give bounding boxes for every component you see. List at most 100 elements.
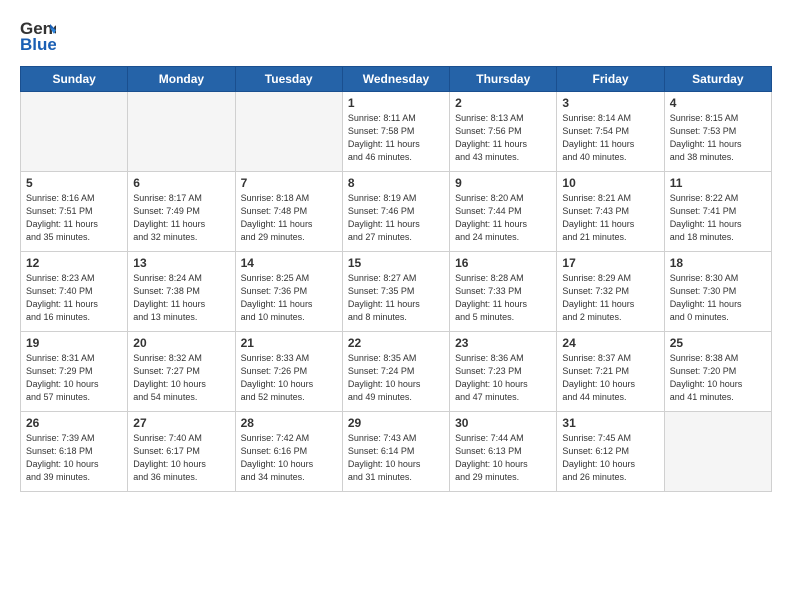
day-info: Sunrise: 8:38 AM Sunset: 7:20 PM Dayligh… xyxy=(670,352,766,404)
day-number: 11 xyxy=(670,176,766,190)
calendar-cell: 29Sunrise: 7:43 AM Sunset: 6:14 PM Dayli… xyxy=(342,412,449,492)
weekday-header-tuesday: Tuesday xyxy=(235,67,342,92)
day-number: 31 xyxy=(562,416,658,430)
day-number: 18 xyxy=(670,256,766,270)
day-info: Sunrise: 8:11 AM Sunset: 7:58 PM Dayligh… xyxy=(348,112,444,164)
day-number: 24 xyxy=(562,336,658,350)
day-number: 15 xyxy=(348,256,444,270)
calendar-cell: 24 Sunrise: 8:37 AM Sunset: 7:21 PM Dayli… xyxy=(557,332,664,412)
calendar-cell: 18 Sunrise: 8:30 AM Sunset: 7:30 PM Dayli… xyxy=(664,252,771,332)
day-info: Sunrise: 8:21 AM Sunset: 7:43 PM Dayligh… xyxy=(562,192,658,244)
calendar-cell: 14 Sunrise: 8:25 AM Sunset: 7:36 PM Dayli… xyxy=(235,252,342,332)
calendar-week-3: 12Sunrise: 8:23 AM Sunset: 7:40 PM Dayli… xyxy=(21,252,772,332)
calendar-table: SundayMondayTuesdayWednesdayThursdayFrid… xyxy=(20,66,772,492)
calendar-cell: 3 Sunrise: 8:14 AM Sunset: 7:54 PM Daylig… xyxy=(557,92,664,172)
day-info: Sunrise: 8:22 AM Sunset: 7:41 PM Dayligh… xyxy=(670,192,766,244)
day-number: 28 xyxy=(241,416,337,430)
day-number: 14 xyxy=(241,256,337,270)
day-info: Sunrise: 8:19 AM Sunset: 7:46 PM Dayligh… xyxy=(348,192,444,244)
calendar-body: 1 Sunrise: 8:11 AM Sunset: 7:58 PM Daylig… xyxy=(21,92,772,492)
calendar-week-5: 26 Sunrise: 7:39 AM Sunset: 6:18 PM Dayli… xyxy=(21,412,772,492)
page: General Blue SundayMondayTuesdayWednesda… xyxy=(0,0,792,612)
calendar-cell: 28 Sunrise: 7:42 AM Sunset: 6:16 PM Dayli… xyxy=(235,412,342,492)
calendar-header: SundayMondayTuesdayWednesdayThursdayFrid… xyxy=(21,67,772,92)
calendar-cell: 12Sunrise: 8:23 AM Sunset: 7:40 PM Dayli… xyxy=(21,252,128,332)
calendar-week-1: 1 Sunrise: 8:11 AM Sunset: 7:58 PM Daylig… xyxy=(21,92,772,172)
day-info: Sunrise: 7:45 AM Sunset: 6:12 PM Dayligh… xyxy=(562,432,658,484)
calendar-cell: 19Sunrise: 8:31 AM Sunset: 7:29 PM Dayli… xyxy=(21,332,128,412)
calendar-week-4: 19Sunrise: 8:31 AM Sunset: 7:29 PM Dayli… xyxy=(21,332,772,412)
calendar-cell: 13Sunrise: 8:24 AM Sunset: 7:38 PM Dayli… xyxy=(128,252,235,332)
day-info: Sunrise: 8:35 AM Sunset: 7:24 PM Dayligh… xyxy=(348,352,444,404)
day-info: Sunrise: 8:27 AM Sunset: 7:35 PM Dayligh… xyxy=(348,272,444,324)
day-number: 23 xyxy=(455,336,551,350)
calendar-cell: 4 Sunrise: 8:15 AM Sunset: 7:53 PM Daylig… xyxy=(664,92,771,172)
calendar-cell: 2 Sunrise: 8:13 AM Sunset: 7:56 PM Daylig… xyxy=(450,92,557,172)
day-number: 22 xyxy=(348,336,444,350)
calendar-cell: 26 Sunrise: 7:39 AM Sunset: 6:18 PM Dayli… xyxy=(21,412,128,492)
calendar-cell xyxy=(664,412,771,492)
day-info: Sunrise: 7:42 AM Sunset: 6:16 PM Dayligh… xyxy=(241,432,337,484)
day-number: 2 xyxy=(455,96,551,110)
weekday-header-monday: Monday xyxy=(128,67,235,92)
day-number: 9 xyxy=(455,176,551,190)
day-info: Sunrise: 8:16 AM Sunset: 7:51 PM Dayligh… xyxy=(26,192,122,244)
calendar-cell: 21Sunrise: 8:33 AM Sunset: 7:26 PM Dayli… xyxy=(235,332,342,412)
calendar-cell: 16 Sunrise: 8:28 AM Sunset: 7:33 PM Dayli… xyxy=(450,252,557,332)
weekday-row: SundayMondayTuesdayWednesdayThursdayFrid… xyxy=(21,67,772,92)
day-number: 6 xyxy=(133,176,229,190)
day-number: 13 xyxy=(133,256,229,270)
day-number: 17 xyxy=(562,256,658,270)
calendar-cell: 31 Sunrise: 7:45 AM Sunset: 6:12 PM Dayli… xyxy=(557,412,664,492)
logo-icon: General Blue xyxy=(20,16,56,56)
day-number: 27 xyxy=(133,416,229,430)
calendar-cell: 5 Sunrise: 8:16 AM Sunset: 7:51 PM Daylig… xyxy=(21,172,128,252)
calendar-cell: 1 Sunrise: 8:11 AM Sunset: 7:58 PM Daylig… xyxy=(342,92,449,172)
day-info: Sunrise: 8:23 AM Sunset: 7:40 PM Dayligh… xyxy=(26,272,122,324)
day-info: Sunrise: 8:29 AM Sunset: 7:32 PM Dayligh… xyxy=(562,272,658,324)
day-info: Sunrise: 7:39 AM Sunset: 6:18 PM Dayligh… xyxy=(26,432,122,484)
day-number: 7 xyxy=(241,176,337,190)
day-info: Sunrise: 7:44 AM Sunset: 6:13 PM Dayligh… xyxy=(455,432,551,484)
day-number: 20 xyxy=(133,336,229,350)
svg-text:Blue: Blue xyxy=(20,35,56,54)
day-info: Sunrise: 8:30 AM Sunset: 7:30 PM Dayligh… xyxy=(670,272,766,324)
weekday-header-wednesday: Wednesday xyxy=(342,67,449,92)
day-info: Sunrise: 7:40 AM Sunset: 6:17 PM Dayligh… xyxy=(133,432,229,484)
calendar-cell xyxy=(21,92,128,172)
day-number: 16 xyxy=(455,256,551,270)
day-number: 30 xyxy=(455,416,551,430)
day-number: 1 xyxy=(348,96,444,110)
day-info: Sunrise: 8:13 AM Sunset: 7:56 PM Dayligh… xyxy=(455,112,551,164)
calendar-cell: 17 Sunrise: 8:29 AM Sunset: 7:32 PM Dayli… xyxy=(557,252,664,332)
weekday-header-friday: Friday xyxy=(557,67,664,92)
day-number: 10 xyxy=(562,176,658,190)
day-number: 5 xyxy=(26,176,122,190)
day-info: Sunrise: 8:14 AM Sunset: 7:54 PM Dayligh… xyxy=(562,112,658,164)
day-number: 8 xyxy=(348,176,444,190)
day-number: 4 xyxy=(670,96,766,110)
weekday-header-sunday: Sunday xyxy=(21,67,128,92)
logo: General Blue xyxy=(20,16,56,56)
day-number: 29 xyxy=(348,416,444,430)
calendar-cell: 7 Sunrise: 8:18 AM Sunset: 7:48 PM Daylig… xyxy=(235,172,342,252)
day-number: 19 xyxy=(26,336,122,350)
day-info: Sunrise: 8:20 AM Sunset: 7:44 PM Dayligh… xyxy=(455,192,551,244)
weekday-header-thursday: Thursday xyxy=(450,67,557,92)
day-info: Sunrise: 8:25 AM Sunset: 7:36 PM Dayligh… xyxy=(241,272,337,324)
calendar-cell: 15 Sunrise: 8:27 AM Sunset: 7:35 PM Dayli… xyxy=(342,252,449,332)
day-info: Sunrise: 8:18 AM Sunset: 7:48 PM Dayligh… xyxy=(241,192,337,244)
day-info: Sunrise: 8:36 AM Sunset: 7:23 PM Dayligh… xyxy=(455,352,551,404)
day-number: 3 xyxy=(562,96,658,110)
calendar-week-2: 5 Sunrise: 8:16 AM Sunset: 7:51 PM Daylig… xyxy=(21,172,772,252)
calendar-cell: 8 Sunrise: 8:19 AM Sunset: 7:46 PM Daylig… xyxy=(342,172,449,252)
day-info: Sunrise: 8:33 AM Sunset: 7:26 PM Dayligh… xyxy=(241,352,337,404)
day-info: Sunrise: 8:37 AM Sunset: 7:21 PM Dayligh… xyxy=(562,352,658,404)
calendar-cell: 11 Sunrise: 8:22 AM Sunset: 7:41 PM Dayli… xyxy=(664,172,771,252)
calendar-cell xyxy=(128,92,235,172)
day-info: Sunrise: 8:15 AM Sunset: 7:53 PM Dayligh… xyxy=(670,112,766,164)
calendar-cell: 22 Sunrise: 8:35 AM Sunset: 7:24 PM Dayli… xyxy=(342,332,449,412)
day-number: 26 xyxy=(26,416,122,430)
day-info: Sunrise: 8:17 AM Sunset: 7:49 PM Dayligh… xyxy=(133,192,229,244)
day-info: Sunrise: 8:28 AM Sunset: 7:33 PM Dayligh… xyxy=(455,272,551,324)
